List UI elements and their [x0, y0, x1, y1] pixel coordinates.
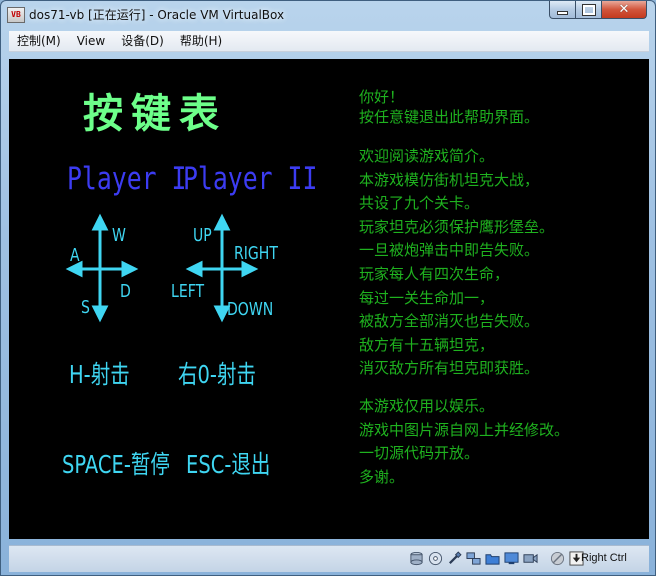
info-line: 本游戏模仿街机坦克大战，	[359, 170, 540, 189]
info-line: 玩家每人有四次生命，	[359, 264, 510, 283]
p2-up-key: UP	[193, 225, 212, 246]
network-icon[interactable]	[466, 551, 481, 566]
info-line: 本游戏仅用以娱乐。	[359, 397, 495, 415]
info-line: 消灭敌方所有坦克即获胜。	[359, 359, 540, 378]
p1-up-arrow-icon	[91, 213, 109, 231]
p1-fire-key: H-射击	[69, 360, 130, 389]
menu-bar: 控制(M) View 设备(D) 帮助(H)	[9, 31, 649, 52]
p2-up-arrow-icon	[213, 213, 231, 231]
virtualbox-window: VB dos71-vb [正在运行] - Oracle VM VirtualBo…	[0, 0, 656, 576]
quit-key: ESC-退出	[186, 450, 271, 479]
p1-right-arrow-icon	[121, 260, 139, 278]
p2-right-key: RIGHT	[234, 243, 278, 264]
display-icon[interactable]	[504, 551, 519, 566]
p1-down-arrow-icon	[91, 305, 109, 323]
player2-label: Player II	[183, 161, 318, 197]
maximize-button[interactable]	[575, 1, 602, 19]
info-line: 多谢。	[359, 467, 405, 486]
minimize-button[interactable]	[549, 1, 576, 19]
status-bar: Right Ctrl	[9, 545, 649, 572]
menu-control[interactable]: 控制(M)	[9, 31, 69, 51]
info-line: 玩家坦克必须保护鹰形堡垒。	[359, 217, 555, 236]
host-key-label: Right Ctrl	[581, 552, 627, 564]
cd-icon[interactable]	[428, 551, 443, 566]
close-icon: ✕	[618, 2, 630, 17]
p2-left-arrow-icon	[185, 260, 203, 278]
p2-left-key: LEFT	[171, 281, 205, 302]
mouse-icon[interactable]	[550, 551, 565, 566]
minimize-icon	[557, 10, 568, 15]
p1-right-key: D	[120, 281, 131, 302]
info-line: 敌方有十五辆坦克，	[359, 335, 495, 354]
game-intro-text-group: 欢迎阅读游戏简介。 本游戏模仿街机坦克大战， 共设了九个关卡。 玩家坦克必须保护…	[359, 145, 554, 381]
p1-left-key: A	[70, 245, 80, 266]
info-line: 一旦被炮弹击中即告失败。	[359, 241, 540, 260]
window-title: dos71-vb [正在运行] - Oracle VM VirtualBox	[29, 8, 285, 22]
p2-right-arrow-icon	[241, 260, 259, 278]
menu-view[interactable]: View	[69, 31, 113, 51]
info-line: 你好！	[359, 88, 405, 106]
usb-icon[interactable]	[447, 551, 462, 566]
p1-down-key: S	[81, 297, 90, 318]
pause-key: SPACE-暂停	[62, 450, 170, 479]
p2-fire-key: 右0-射击	[178, 360, 256, 389]
maximize-icon	[581, 3, 596, 16]
vm-display[interactable]: 按键表 Player I Player II W A S D UP RIGHT …	[9, 59, 649, 539]
virtualbox-app-icon[interactable]: VB	[7, 7, 25, 23]
player1-label: Player I	[67, 161, 187, 197]
title-bar[interactable]: VB dos71-vb [正在运行] - Oracle VM VirtualBo…	[1, 1, 655, 29]
info-line: 每过一关生命加一，	[359, 288, 495, 307]
shared-folder-icon[interactable]	[485, 551, 500, 566]
keymap-heading: 按键表	[83, 90, 227, 137]
info-line: 被敌方全部消灭也告失败。	[359, 312, 540, 331]
credits-text-group: 本游戏仅用以娱乐。 游戏中图片源自网上并经修改。 一切源代码开放。 多谢。	[359, 395, 569, 489]
info-line: 游戏中图片源自网上并经修改。	[359, 420, 570, 439]
close-button[interactable]: ✕	[601, 1, 647, 19]
menu-devices[interactable]: 设备(D)	[113, 31, 172, 51]
p2-down-key: DOWN	[227, 299, 274, 320]
recording-icon[interactable]	[523, 551, 538, 566]
info-line: 一切源代码开放。	[359, 444, 480, 463]
info-line: 欢迎阅读游戏简介。	[359, 147, 495, 165]
info-line: 按任意键退出此帮助界面。	[359, 108, 540, 126]
greeting-text-group: 你好！ 按任意键退出此帮助界面。	[359, 87, 539, 127]
menu-help[interactable]: 帮助(H)	[172, 31, 230, 51]
disk-icon[interactable]	[409, 551, 424, 566]
info-line: 共设了九个关卡。	[359, 194, 480, 213]
p1-up-key: W	[112, 225, 126, 246]
